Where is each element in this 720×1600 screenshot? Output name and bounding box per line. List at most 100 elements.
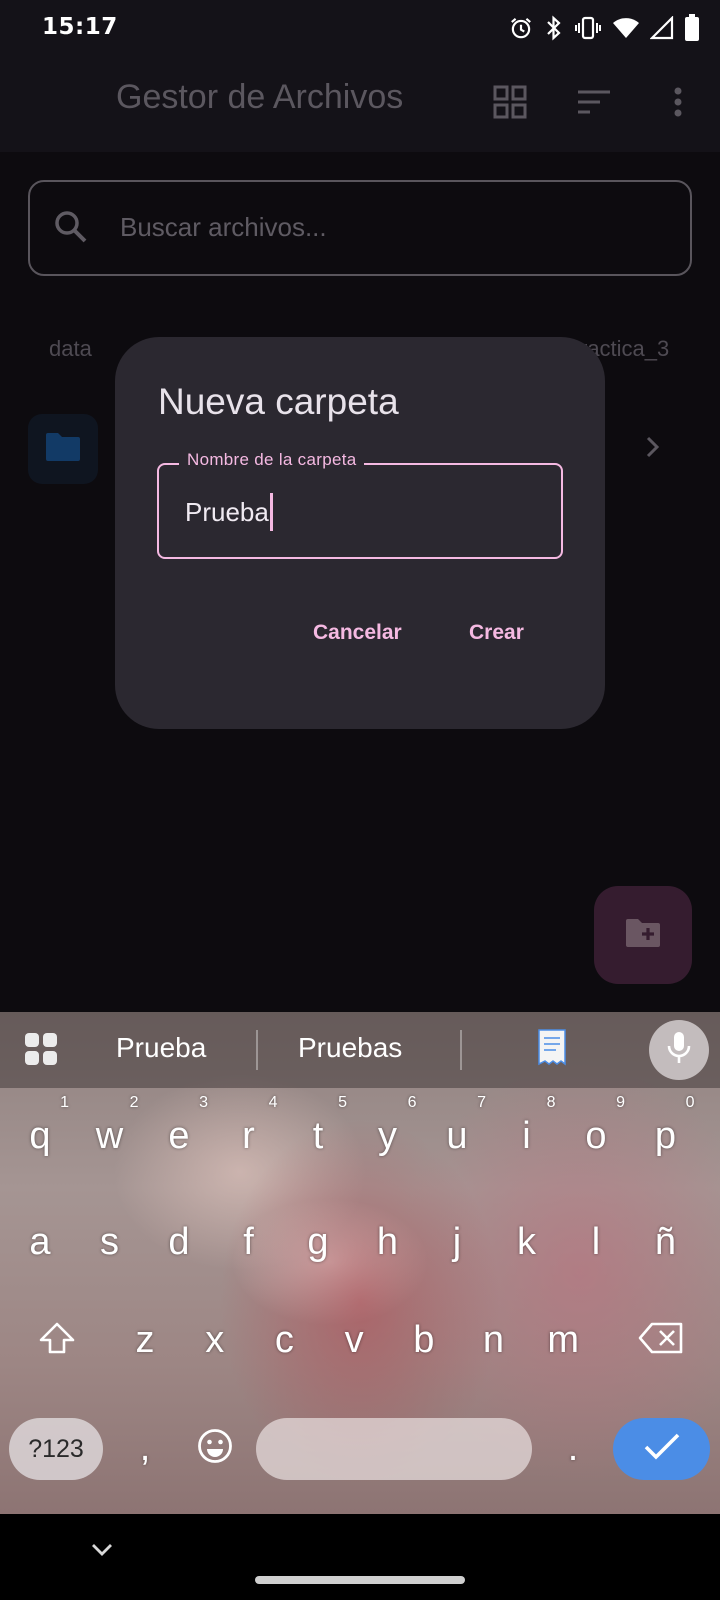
symbols-key[interactable]: ?123 [9, 1418, 103, 1480]
new-folder-fab[interactable] [594, 886, 692, 984]
key-label: x [205, 1318, 225, 1361]
key-label: d [168, 1220, 190, 1263]
key-k[interactable]: k [492, 1196, 562, 1288]
wifi-icon [612, 16, 640, 40]
key-label: k [517, 1220, 536, 1263]
on-screen-keyboard: Prueba Pruebas ?123 , . q 1 w 2 e 3 r 4 … [0, 1012, 720, 1514]
key-label: l [591, 1220, 601, 1263]
key-label: e [168, 1114, 190, 1157]
key-label: a [29, 1220, 51, 1263]
key-label: j [452, 1220, 462, 1263]
key-h[interactable]: h [353, 1196, 423, 1288]
key-label: z [135, 1318, 155, 1361]
sort-icon [577, 89, 611, 119]
cancel-button[interactable]: Cancelar [313, 621, 402, 645]
key-label: v [344, 1318, 364, 1361]
suggestion-2[interactable]: Pruebas [298, 1032, 402, 1064]
space-key[interactable] [256, 1418, 532, 1480]
key-m[interactable]: m [528, 1294, 598, 1386]
key-v[interactable]: v [319, 1294, 389, 1386]
search-icon [54, 210, 88, 248]
key-number-hint: 9 [616, 1094, 625, 1111]
key-w[interactable]: w2 [75, 1090, 145, 1182]
key-o[interactable]: o9 [561, 1090, 631, 1182]
key-label: b [413, 1318, 435, 1361]
key-x[interactable]: x [180, 1294, 250, 1386]
breadcrumb-item-data[interactable]: data [49, 336, 92, 362]
emoji-icon [197, 1428, 233, 1468]
key-j[interactable]: j [422, 1196, 492, 1288]
shift-icon [39, 1322, 75, 1358]
key-u[interactable]: u7 [422, 1090, 492, 1182]
shift-key[interactable] [22, 1294, 92, 1386]
battery-icon [684, 14, 700, 42]
search-placeholder: Buscar archivos... [120, 212, 327, 242]
folder-name-value: Prueba [185, 496, 269, 527]
key-label: s [100, 1220, 119, 1263]
bluetooth-icon [544, 15, 564, 41]
key-number-hint: 0 [685, 1094, 695, 1111]
app-bar: Gestor de Archivos [0, 56, 720, 152]
key-label: i [522, 1114, 531, 1157]
key-label: y [378, 1114, 397, 1157]
keyboard-apps-icon[interactable] [24, 1032, 58, 1070]
alarm-icon [508, 15, 534, 41]
key-l[interactable]: l [561, 1196, 631, 1288]
key-label: u [446, 1114, 468, 1157]
key-p[interactable]: p0 [631, 1090, 701, 1182]
key-z[interactable]: z [110, 1294, 180, 1386]
key-n[interactable]: n [459, 1294, 529, 1386]
key-t[interactable]: t5 [283, 1090, 353, 1182]
folder-item[interactable] [28, 414, 98, 484]
key-f[interactable]: f [214, 1196, 284, 1288]
dialog-title: Nueva carpeta [158, 381, 399, 422]
clipboard-icon[interactable] [536, 1028, 568, 1072]
comma-key[interactable]: , [110, 1402, 180, 1494]
folder-icon [44, 431, 82, 467]
key-number-hint: 5 [338, 1094, 347, 1111]
key-q[interactable]: q1 [5, 1090, 75, 1182]
key-label: n [482, 1318, 505, 1361]
key-label: h [376, 1220, 399, 1263]
key-label: c [274, 1318, 294, 1361]
key-label: f [243, 1220, 254, 1263]
backspace-key[interactable] [626, 1294, 696, 1386]
key-number-hint: 1 [60, 1094, 69, 1111]
key-s[interactable]: s [75, 1196, 145, 1288]
hide-keyboard-icon[interactable] [90, 1542, 114, 1562]
key-label: ñ [654, 1220, 677, 1263]
more-options-button[interactable] [658, 84, 698, 124]
key-ñ[interactable]: ñ [631, 1196, 701, 1288]
create-button[interactable]: Crear [469, 621, 524, 645]
search-input[interactable]: Buscar archivos... [28, 180, 692, 276]
key-a[interactable]: a [5, 1196, 75, 1288]
period-key[interactable]: . [538, 1402, 608, 1494]
grid-view-button[interactable] [490, 84, 530, 124]
voice-input-button[interactable] [649, 1020, 709, 1080]
suggestion-1[interactable]: Prueba [116, 1032, 206, 1064]
suggestion-divider [256, 1030, 258, 1070]
enter-key[interactable] [613, 1418, 710, 1480]
folder-name-field[interactable]: Nombre de la carpeta Prueba [157, 450, 563, 559]
microphone-icon [667, 1031, 691, 1069]
key-g[interactable]: g [283, 1196, 353, 1288]
status-time: 15:17 [42, 14, 118, 40]
key-label: m [547, 1318, 580, 1361]
folder-name-value-wrap: Prueba [185, 493, 273, 531]
key-i[interactable]: i8 [492, 1090, 562, 1182]
key-y[interactable]: y6 [353, 1090, 423, 1182]
key-r[interactable]: r4 [214, 1090, 284, 1182]
key-c[interactable]: c [249, 1294, 319, 1386]
status-icons [508, 14, 700, 42]
app-title: Gestor de Archivos [116, 78, 404, 116]
key-e[interactable]: e3 [144, 1090, 214, 1182]
new-folder-dialog: Nueva carpeta Nombre de la carpeta Prueb… [115, 337, 605, 729]
key-d[interactable]: d [144, 1196, 214, 1288]
folder-name-label: Nombre de la carpeta [179, 450, 365, 470]
emoji-key[interactable] [180, 1402, 250, 1494]
key-number-hint: 6 [407, 1094, 417, 1111]
key-b[interactable]: b [389, 1294, 459, 1386]
gesture-handle[interactable] [255, 1576, 465, 1584]
signal-icon [650, 16, 674, 40]
sort-button[interactable] [574, 84, 614, 124]
